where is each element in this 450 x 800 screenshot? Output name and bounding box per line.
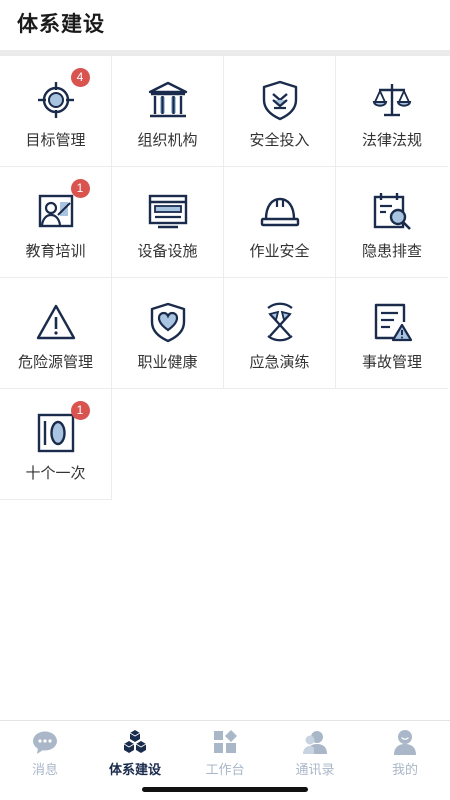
notification-badge: 4 bbox=[70, 68, 90, 87]
grid-item-label: 作业安全 bbox=[249, 242, 310, 260]
equipment-icon bbox=[146, 189, 190, 233]
tab-profile[interactable]: 我的 bbox=[360, 729, 450, 779]
grid-item-label: 组织机构 bbox=[137, 131, 198, 149]
grid-item-label: 设备设施 bbox=[137, 242, 198, 260]
inspection-icon bbox=[370, 189, 414, 233]
grid-item-label: 应急演练 bbox=[249, 353, 310, 371]
grid-item-label: 危险源管理 bbox=[17, 353, 93, 371]
target-icon: 4 bbox=[34, 68, 90, 122]
grid-item-label: 隐患排查 bbox=[361, 242, 422, 260]
grid-item-occupational-health[interactable]: 职业健康 bbox=[112, 278, 224, 389]
shield-icon bbox=[258, 78, 302, 122]
grid-item-ten-once[interactable]: 1 十个一次 bbox=[0, 389, 112, 500]
notification-badge: 1 bbox=[70, 401, 90, 420]
ten-once-icon: 1 bbox=[34, 401, 90, 455]
grid-item-target-management[interactable]: 4 目标管理 bbox=[0, 56, 112, 167]
workbench-icon bbox=[214, 730, 237, 753]
grid-item-label: 教育培训 bbox=[25, 242, 86, 260]
contacts-icon bbox=[303, 731, 327, 754]
grid-item-hazard-source-management[interactable]: 危险源管理 bbox=[0, 278, 112, 389]
tab-label: 通讯录 bbox=[295, 763, 335, 778]
grid-item-emergency-drill[interactable]: 应急演练 bbox=[224, 278, 336, 389]
tab-messages[interactable]: 消息 bbox=[0, 729, 90, 779]
tab-system-construction[interactable]: 体系建设 bbox=[90, 729, 180, 779]
header-bar: 体系建设 bbox=[0, 0, 450, 50]
tab-label: 我的 bbox=[391, 763, 418, 778]
grid-item-label: 安全投入 bbox=[249, 131, 310, 149]
grid-item-label: 法律法规 bbox=[361, 131, 422, 149]
grid-item-label: 目标管理 bbox=[25, 131, 86, 149]
health-shield-icon bbox=[146, 300, 190, 344]
scales-icon bbox=[370, 78, 414, 122]
training-board-icon: 1 bbox=[34, 179, 90, 233]
tab-label: 体系建设 bbox=[108, 763, 161, 778]
grid-item-label: 十个一次 bbox=[25, 464, 86, 482]
grid-item-laws-regulations[interactable]: 法律法规 bbox=[336, 56, 448, 167]
warning-icon bbox=[34, 300, 78, 344]
tab-label: 消息 bbox=[31, 763, 58, 778]
tab-label: 工作台 bbox=[205, 763, 245, 778]
grid-item-safety-investment[interactable]: 安全投入 bbox=[224, 56, 336, 167]
home-indicator[interactable] bbox=[142, 787, 308, 792]
building-icon bbox=[146, 78, 190, 122]
tab-contacts[interactable]: 通讯录 bbox=[270, 729, 360, 779]
grid-item-label: 职业健康 bbox=[137, 353, 198, 371]
profile-icon bbox=[394, 730, 416, 755]
tab-workbench[interactable]: 工作台 bbox=[180, 729, 270, 779]
page-title: 体系建设 bbox=[17, 12, 105, 36]
notification-badge: 1 bbox=[70, 179, 90, 198]
hard-hat-icon bbox=[258, 189, 302, 233]
grid-item-label: 事故管理 bbox=[361, 353, 422, 371]
emergency-drill-icon bbox=[258, 300, 302, 344]
accident-doc-icon bbox=[370, 300, 414, 344]
grid-item-organization[interactable]: 组织机构 bbox=[112, 56, 224, 167]
grid-item-hazard-inspection[interactable]: 隐患排查 bbox=[336, 167, 448, 278]
grid-item-work-safety[interactable]: 作业安全 bbox=[224, 167, 336, 278]
chat-bubble-icon bbox=[33, 731, 57, 754]
cubes-icon bbox=[123, 730, 147, 753]
grid-item-equipment-facilities[interactable]: 设备设施 bbox=[112, 167, 224, 278]
grid-item-accident-management[interactable]: 事故管理 bbox=[336, 278, 448, 389]
grid-item-education-training[interactable]: 1 教育培训 bbox=[0, 167, 112, 278]
